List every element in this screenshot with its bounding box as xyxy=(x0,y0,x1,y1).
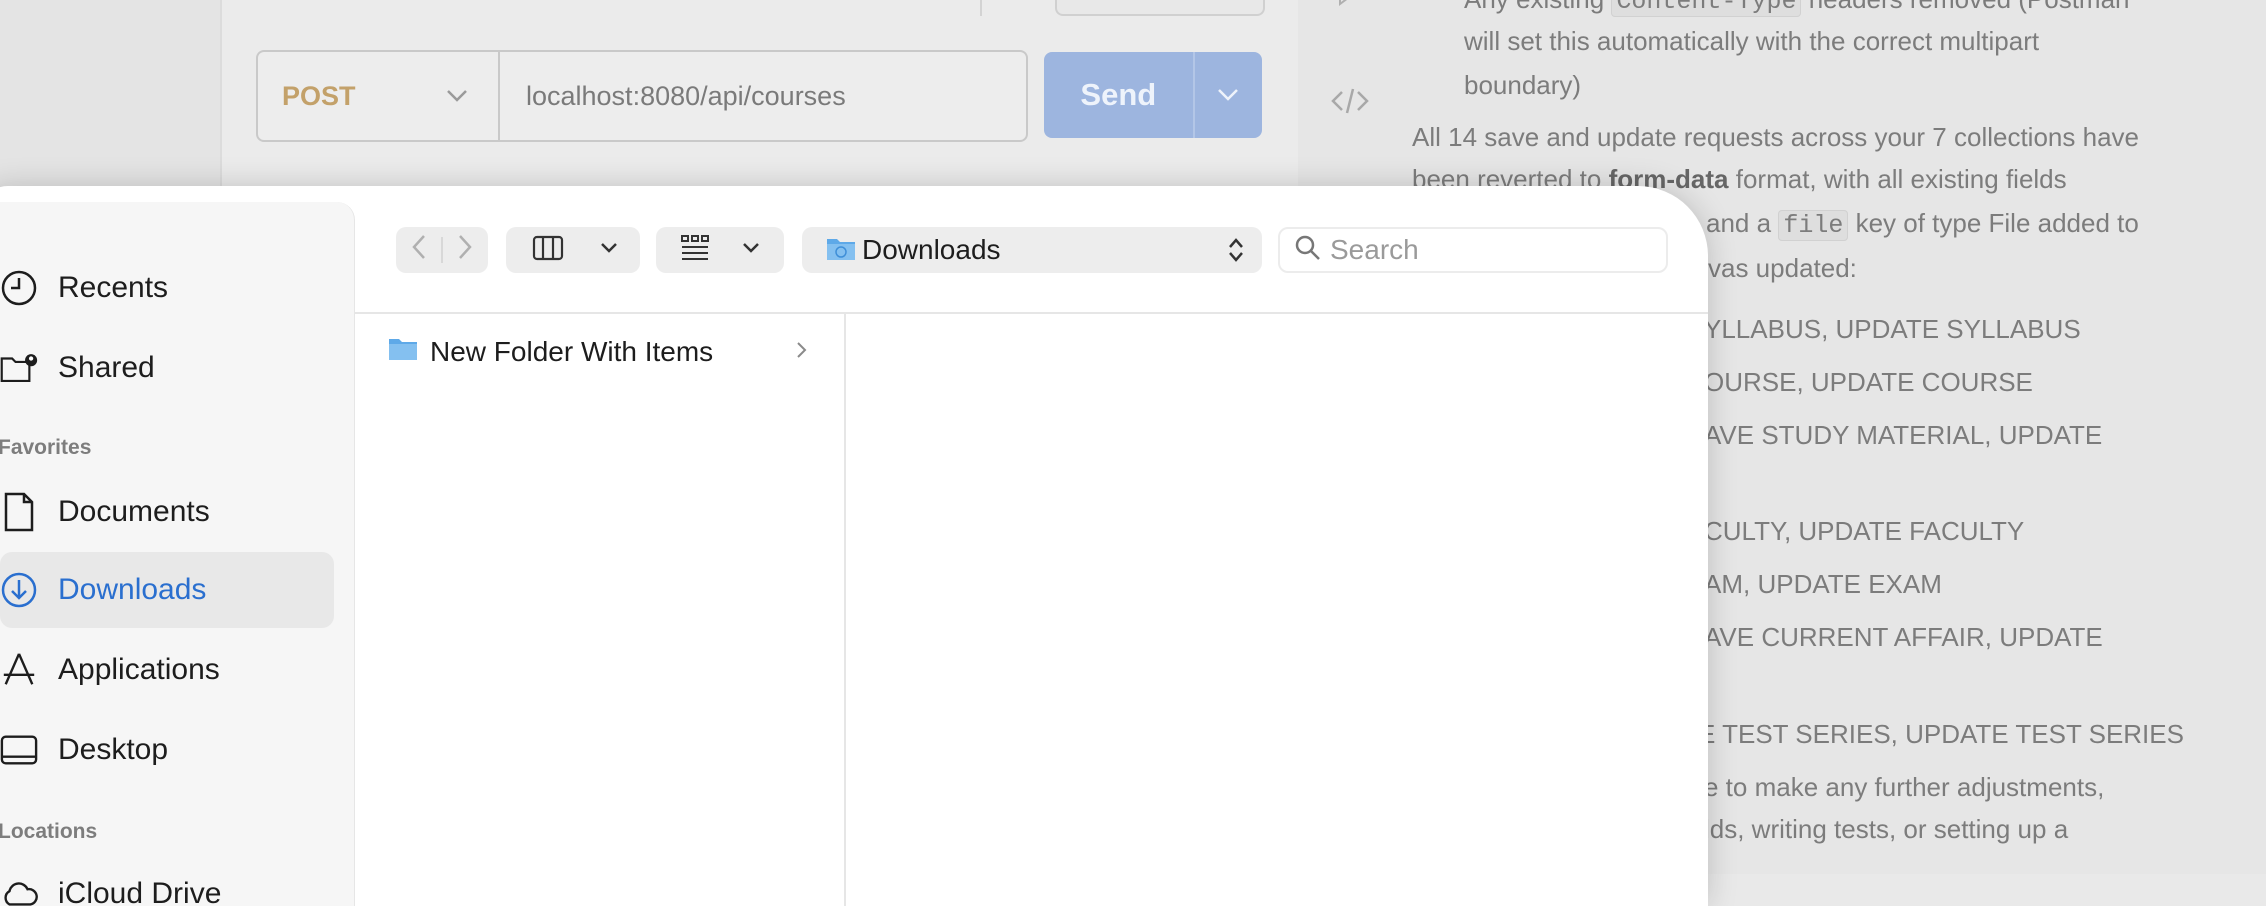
list-item: E TEST SERIES, UPDATE TEST SERIES xyxy=(1698,719,2184,749)
sidebar-item-label: Shared xyxy=(58,351,155,384)
top-control[interactable] xyxy=(1055,0,1265,16)
applications-icon xyxy=(0,651,38,689)
back-icon[interactable] xyxy=(396,234,441,267)
chevron-down-icon xyxy=(446,83,468,109)
sidebar-item-label: Applications xyxy=(58,653,220,686)
list-item: AVE CURRENT AFFAIR, UPDATE xyxy=(1704,622,2103,652)
downloads-folder-icon xyxy=(826,235,856,266)
send-button[interactable]: Send xyxy=(1044,52,1262,138)
clock-icon xyxy=(0,269,38,307)
method-select[interactable]: POST xyxy=(258,52,500,140)
cloud-icon xyxy=(0,875,38,906)
section-header-favorites: Favorites xyxy=(0,436,92,459)
sidebar-item-label: Downloads xyxy=(58,573,207,606)
shared-folder-icon xyxy=(0,349,38,387)
toolbar-divider xyxy=(980,0,982,16)
up-down-chevron-icon xyxy=(1228,237,1244,263)
search-placeholder: Search xyxy=(1330,234,1419,265)
assistant-text-line: All 14 save and update requests across y… xyxy=(1412,122,2139,152)
column-divider xyxy=(844,314,846,906)
toolbar-divider xyxy=(354,312,1708,314)
sidebar-item-shared[interactable]: Shared xyxy=(0,330,334,406)
document-icon xyxy=(0,492,38,532)
folder-icon xyxy=(388,336,418,369)
url-input[interactable]: localhost:8080/api/courses xyxy=(500,81,846,112)
list-item[interactable]: New Folder With Items xyxy=(388,332,808,372)
send-dropdown-chevron-icon[interactable] xyxy=(1192,52,1262,138)
list-item: YLLABUS, UPDATE SYLLABUS xyxy=(1704,314,2081,344)
sidebar-item-label: Desktop xyxy=(58,733,169,766)
assistant-text-line: will set this automatically with the cor… xyxy=(1464,26,2040,56)
sidebar-item-desktop[interactable]: Desktop xyxy=(0,712,334,788)
assistant-text-line: and a file key of type File added to xyxy=(1706,208,2139,241)
send-label: Send xyxy=(1080,77,1157,112)
list-item: AM, UPDATE EXAM xyxy=(1704,569,1942,599)
assistant-text-line: lds, writing tests, or setting up a xyxy=(1704,814,2069,844)
list-item: CULTY, UPDATE FACULTY xyxy=(1704,516,2025,546)
search-icon xyxy=(1294,234,1322,267)
file-open-dialog: Recents Shared Favorites Documents Downl… xyxy=(0,186,1708,906)
assistant-text-line: vas updated: xyxy=(1708,253,1857,283)
chevron-down-icon xyxy=(742,241,760,259)
download-icon xyxy=(0,571,38,609)
method-label: POST xyxy=(282,80,356,111)
sidebar-item-applications[interactable]: Applications xyxy=(0,632,334,708)
dialog-sidebar: Recents Shared Favorites Documents Downl… xyxy=(0,202,355,906)
path-label: Downloads xyxy=(862,234,1001,265)
sidebar-item-documents[interactable]: Documents xyxy=(0,474,334,550)
grid-icon xyxy=(680,234,710,267)
sidebar-item-label: Documents xyxy=(58,495,210,528)
sidebar-item-icloud[interactable]: iCloud Drive xyxy=(0,856,334,906)
chevron-down-icon xyxy=(600,241,618,259)
assistant-text-line: boundary) xyxy=(1464,70,1582,100)
forward-icon[interactable] xyxy=(443,234,488,267)
view-mode-button[interactable] xyxy=(506,227,640,273)
section-header-locations: Locations xyxy=(0,820,98,843)
navigation-buttons xyxy=(396,227,488,273)
assistant-text-line: e to make any further adjustments, xyxy=(1704,772,2105,802)
group-button[interactable] xyxy=(656,227,784,273)
desktop-icon xyxy=(0,731,38,769)
sidebar-item-label: iCloud Drive xyxy=(58,877,222,906)
sidebar-item-label: Recents xyxy=(58,271,169,304)
sidebar-item-recents[interactable]: Recents xyxy=(0,250,334,326)
path-popup[interactable]: Downloads xyxy=(802,227,1262,273)
list-item: AVE STUDY MATERIAL, UPDATE xyxy=(1704,420,2103,450)
sidebar-item-downloads[interactable]: Downloads xyxy=(0,552,334,628)
search-field[interactable]: Search xyxy=(1278,227,1668,273)
list-item: OURSE, UPDATE COURSE xyxy=(1704,367,2033,397)
code-icon[interactable] xyxy=(1330,86,1370,124)
comment-icon[interactable] xyxy=(1330,0,1366,20)
columns-view-icon xyxy=(532,235,564,266)
item-name: New Folder With Items xyxy=(430,336,714,367)
request-bar: POST localhost:8080/api/courses xyxy=(256,50,1028,142)
chevron-right-icon xyxy=(796,339,808,365)
